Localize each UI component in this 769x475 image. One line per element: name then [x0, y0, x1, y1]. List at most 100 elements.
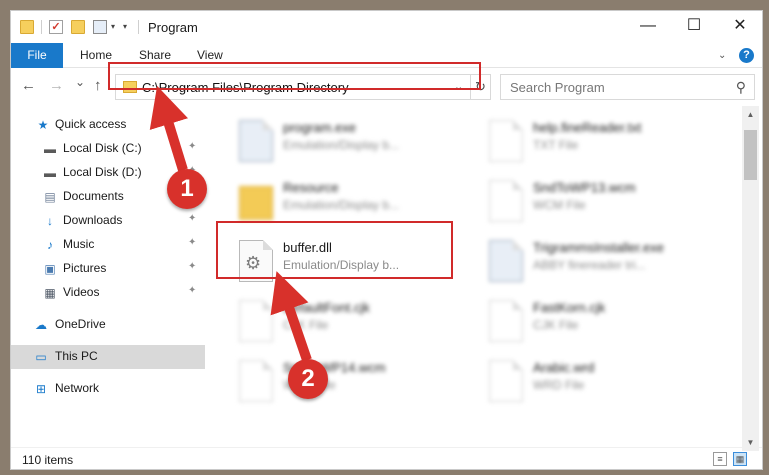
sidebar-item-this-pc[interactable]: ▭ This PC [11, 345, 205, 369]
pin-icon: ✦ [188, 285, 197, 296]
network-icon: ⊞ [35, 382, 47, 396]
sidebar-item-network[interactable]: ⊞ Network [11, 377, 205, 401]
sidebar-item-label: Pictures [63, 261, 107, 275]
documents-icon: ▤ [44, 190, 56, 204]
sidebar-item-label: Local Disk (D:) [63, 165, 142, 179]
file-item-program-exe[interactable]: program.exe Emulation/Display b... [227, 114, 462, 170]
file-item-arabic-wrd[interactable]: Arabic.wrd WRD File [477, 354, 712, 410]
folder-icon [20, 20, 34, 34]
sidebar-item-label: Quick access [55, 117, 127, 131]
file-item-trigramms-installer[interactable]: TrigrammsInstaller.exe ABBY finereader t… [477, 234, 712, 290]
file-item-sndtowp14[interactable]: SndToWP14.wcm WCM File [227, 354, 462, 410]
sidebar-item-label: Documents [63, 189, 124, 203]
view-options-icon[interactable] [93, 20, 107, 34]
exe-file-icon [489, 240, 523, 282]
pin-icon: ✦ [188, 261, 197, 272]
document-file-icon [239, 300, 273, 342]
file-item-sndtowp13[interactable]: SndToWP13.wcm WCM File [477, 174, 712, 230]
customize-toolbar-caret-icon[interactable]: ▾ [111, 22, 115, 31]
file-description: Emulation/Display b... [283, 138, 400, 152]
navigation-pane: ★ Quick access ▬ Local Disk (C:) ✦ ▬ Loc… [11, 106, 205, 446]
sidebar-item-label: Network [55, 381, 100, 395]
file-name: TrigrammsInstaller.exe [533, 240, 664, 255]
computer-icon: ▭ [35, 350, 47, 364]
sidebar-item-onedrive[interactable]: ☁ OneDrive [11, 313, 205, 337]
forward-arrow-icon[interactable]: → [49, 77, 64, 94]
cloud-icon: ☁ [35, 318, 47, 332]
properties-check-icon[interactable]: ✓ [49, 20, 63, 34]
file-description: WCM File [533, 198, 586, 212]
file-name: Resource [283, 180, 339, 195]
close-button[interactable]: ✕ [717, 11, 762, 43]
sidebar-item-label: Videos [63, 285, 100, 299]
drive-icon: ▬ [44, 166, 56, 180]
sidebar-item-quick-access[interactable]: ★ Quick access [11, 113, 205, 137]
sidebar-item-label: Music [63, 237, 95, 251]
pin-icon: ✦ [188, 213, 197, 224]
document-file-icon [489, 180, 523, 222]
new-folder-icon[interactable] [71, 20, 85, 34]
file-item-help-txt[interactable]: help.fineReader.txt TXT File [477, 114, 712, 170]
scroll-up-arrow-icon[interactable]: ▲ [742, 106, 759, 123]
sidebar-item-label: Downloads [63, 213, 123, 227]
tiles-view-icon[interactable]: ▦ [733, 452, 747, 466]
window-title: Program [148, 20, 198, 35]
file-description: CJK File [533, 318, 579, 332]
sidebar-item-videos[interactable]: ▦ Videos ✦ [11, 281, 205, 305]
file-name: program.exe [283, 120, 356, 135]
exe-file-icon [239, 120, 273, 162]
folder-icon [239, 186, 273, 220]
file-name: SndToWP13.wcm [533, 180, 636, 195]
sidebar-item-local-disk-c[interactable]: ▬ Local Disk (C:) ✦ [11, 137, 205, 161]
file-item-fastkorn[interactable]: FastKorn.cjk CJK File [477, 294, 712, 350]
file-description: WRD File [533, 378, 585, 392]
file-highlight-box [216, 221, 453, 279]
details-view-icon[interactable]: ≡ [713, 452, 727, 466]
drive-icon: ▬ [44, 142, 56, 156]
tab-file[interactable]: File [11, 43, 63, 68]
document-file-icon [239, 360, 273, 402]
sidebar-item-label: OneDrive [55, 317, 106, 331]
sidebar-item-label: This PC [55, 349, 98, 363]
pictures-icon: ▣ [44, 262, 56, 276]
vertical-scrollbar[interactable]: ▲ ▼ [742, 106, 759, 451]
address-highlight-box [108, 62, 481, 90]
file-description: CJK File [283, 318, 329, 332]
document-file-icon [489, 360, 523, 402]
file-name: DefaultFont.cjk [283, 300, 370, 315]
maximize-button[interactable]: ☐ [671, 11, 717, 43]
star-icon: ★ [37, 118, 49, 132]
text-file-icon [489, 120, 523, 162]
search-placeholder[interactable]: Search Program [510, 80, 605, 95]
download-icon: ↓ [47, 214, 53, 228]
scrollbar-thumb[interactable] [744, 130, 757, 180]
file-description: ABBY finereader tri... [533, 258, 646, 272]
file-description: Emulation/Display b... [283, 198, 400, 212]
expand-ribbon-chevron-icon[interactable]: ⌄ [718, 50, 726, 61]
document-file-icon [489, 300, 523, 342]
help-icon[interactable]: ? [739, 48, 754, 63]
quick-access-toolbar-dropdown-icon[interactable]: ▾ [123, 22, 127, 31]
sidebar-item-pictures[interactable]: ▣ Pictures ✦ [11, 257, 205, 281]
divider [138, 20, 139, 34]
divider [41, 20, 42, 34]
sidebar-item-music[interactable]: ♪ Music ✦ [11, 233, 205, 257]
file-description: TXT File [533, 138, 579, 152]
file-name: Arabic.wrd [533, 360, 595, 375]
step-2-badge: 2 [288, 359, 328, 399]
back-arrow-icon[interactable]: ← [21, 77, 36, 94]
recent-locations-chevron-icon[interactable]: ⌄ [75, 75, 85, 89]
minimize-button[interactable]: — [625, 11, 671, 43]
music-icon: ♪ [47, 238, 53, 252]
search-box[interactable]: Search Program ⚲ [500, 74, 755, 100]
file-item-defaultfont[interactable]: DefaultFont.cjk CJK File [227, 294, 462, 350]
pin-icon: ✦ [188, 141, 197, 152]
search-icon[interactable]: ⚲ [736, 79, 746, 96]
step-1-badge: 1 [167, 169, 207, 209]
item-count: 110 items [22, 453, 74, 467]
file-name: help.fineReader.txt [533, 120, 642, 135]
title-bar: ✓ ▾ ▾ Program — ☐ ✕ [11, 11, 762, 43]
up-arrow-icon[interactable]: ↑ [94, 77, 102, 94]
sidebar-item-downloads[interactable]: ↓ Downloads ✦ [11, 209, 205, 233]
videos-icon: ▦ [44, 286, 56, 300]
